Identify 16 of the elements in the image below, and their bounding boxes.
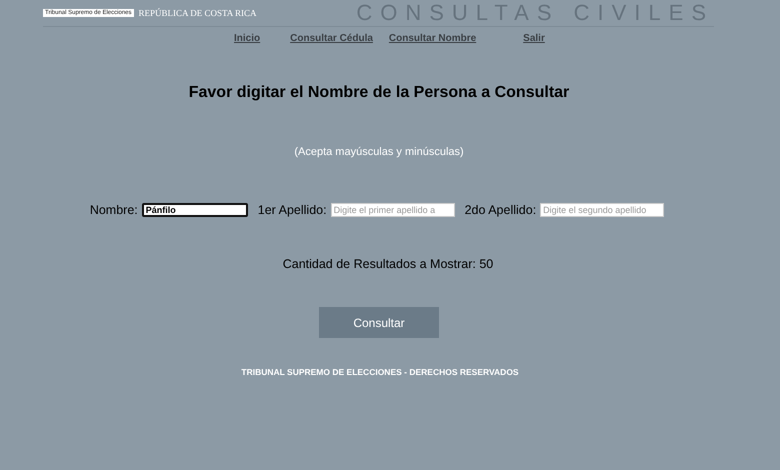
country-name: REPÚBLICA DE COSTA RICA	[138, 8, 257, 18]
page-heading: Favor digitar el Nombre de la Persona a Consultar	[188, 84, 570, 102]
field-label: 1er Apellido:	[258, 203, 327, 217]
nav-link[interactable]: Inicio	[234, 33, 260, 44]
input-field[interactable]: Pánfilo	[142, 203, 248, 217]
consultar-button[interactable]: Consultar	[319, 307, 439, 338]
hint-text: (Acepta mayúsculas y minúsculas)	[294, 146, 464, 158]
field-label: 2do Apellido:	[464, 203, 536, 217]
nav-link[interactable]: Salir	[523, 33, 545, 44]
nav-link[interactable]: Consultar Cédula	[290, 33, 373, 44]
nav-link[interactable]: Consultar Nombre	[388, 33, 476, 44]
input-field[interactable]: Digite el segundo apellido	[540, 203, 664, 217]
results-count: Cantidad de Resultados a Mostrar: 50	[282, 257, 494, 271]
input-field[interactable]: Digite el primer apellido a	[330, 203, 455, 217]
footer-text: TRIBUNAL SUPREMO DE ELECCIONES - DERECHOS RESERVADOS	[241, 367, 519, 377]
field-label: Nombre:	[90, 203, 138, 217]
